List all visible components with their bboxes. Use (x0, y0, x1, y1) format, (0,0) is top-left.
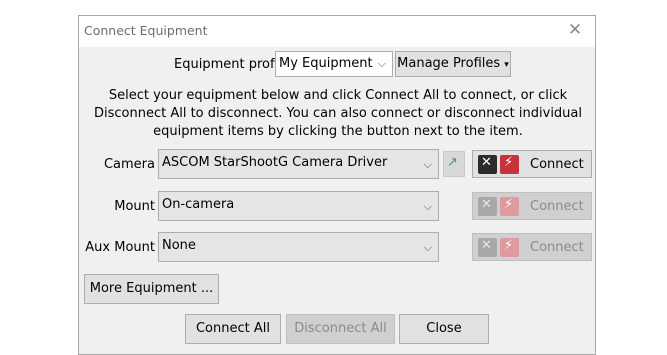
camera-connect-button[interactable]: ✕ ⚡ Connect (472, 150, 592, 178)
window-title: Connect Equipment (84, 23, 208, 38)
chevron-down-icon: ⌵ (423, 241, 432, 254)
camera-label: Camera (103, 157, 155, 172)
chevron-down-icon: ⌵ (377, 57, 386, 70)
close-icon[interactable]: ✕ (565, 20, 585, 40)
disconnect-plug-icon: ⚡ (500, 155, 519, 174)
mount-connect-button[interactable]: ✕ ⚡ Connect (472, 192, 592, 220)
setup-tools-icon: ✕ (478, 238, 497, 257)
manage-profiles-label: Manage Profiles (397, 56, 501, 71)
aux-mount-label: Aux Mount (85, 240, 155, 255)
instructions-line-2: Disconnect All to disconnect. You can al… (93, 106, 583, 121)
setup-tools-icon: ✕ (478, 155, 497, 174)
connect-all-button[interactable]: Connect All (185, 314, 281, 344)
aux-mount-value: None (162, 238, 196, 253)
chevron-down-icon: ⌵ (423, 158, 432, 171)
disconnect-plug-icon: ⚡ (500, 238, 519, 257)
more-equipment-button[interactable]: More Equipment ... (84, 274, 219, 304)
mount-label: Mount (114, 199, 155, 214)
close-button[interactable]: Close (399, 314, 489, 344)
equipment-profile-value: My Equipment (279, 56, 373, 71)
camera-select[interactable]: ASCOM StarShootG Camera Driver ⌵ (158, 149, 439, 179)
mount-connect-label: Connect (530, 199, 584, 214)
setup-tools-icon: ✕ (478, 197, 497, 216)
mount-select[interactable]: On-camera ⌵ (158, 191, 439, 221)
instructions-line-3: equipment items by clicking the button n… (153, 124, 523, 139)
swap-arrows-icon: ↗ (447, 155, 458, 170)
mount-value: On-camera (162, 197, 235, 212)
equipment-profile-select[interactable]: My Equipment ⌵ (275, 51, 393, 77)
camera-connect-label: Connect (530, 157, 584, 172)
chevron-down-icon: ⌵ (423, 200, 432, 213)
manage-profiles-button[interactable]: Manage Profiles ▾ (395, 51, 511, 77)
aux-mount-connect-label: Connect (530, 240, 584, 255)
instructions-line-1: Select your equipment below and click Co… (108, 88, 568, 103)
disconnect-plug-icon: ⚡ (500, 197, 519, 216)
dropdown-arrow-icon: ▾ (504, 60, 509, 70)
equipment-profile-label: Equipment profile (174, 57, 290, 72)
camera-reconnect-button[interactable]: ↗ (443, 151, 465, 177)
title-bar[interactable]: Connect Equipment ✕ (79, 16, 595, 47)
aux-mount-connect-button[interactable]: ✕ ⚡ Connect (472, 233, 592, 261)
camera-value: ASCOM StarShootG Camera Driver (162, 155, 388, 170)
aux-mount-select[interactable]: None ⌵ (158, 232, 439, 262)
disconnect-all-button[interactable]: Disconnect All (286, 314, 395, 344)
connect-equipment-dialog: Connect Equipment ✕ Equipment profile My… (78, 15, 596, 355)
